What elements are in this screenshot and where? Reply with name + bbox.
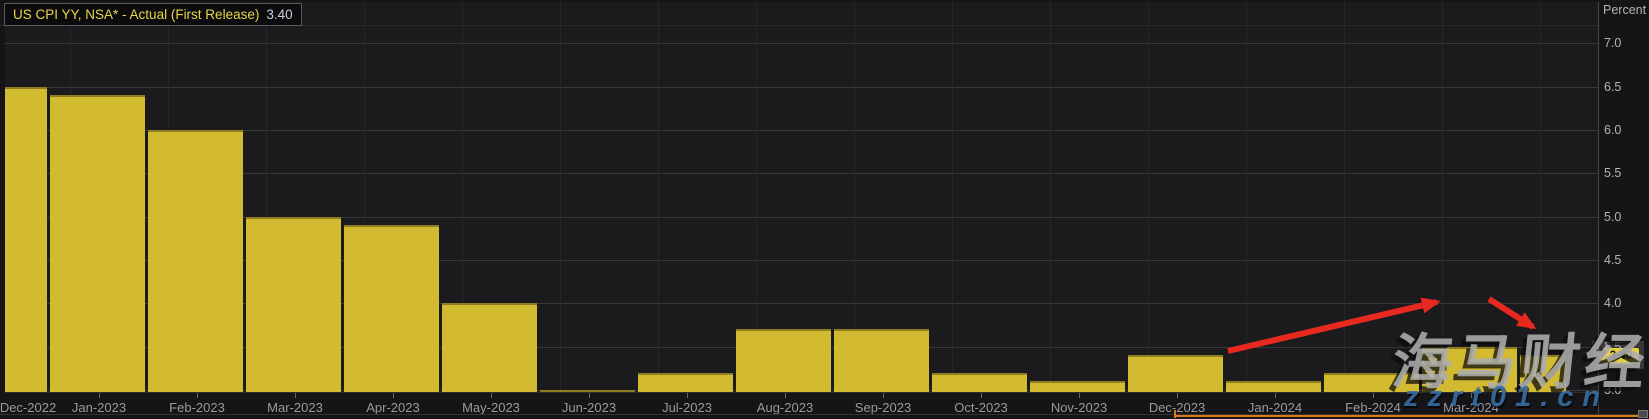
h-gridline <box>5 217 1598 218</box>
x-axis-tick <box>785 393 786 398</box>
cpi-bar-Feb-2023[interactable] <box>148 130 243 393</box>
x-axis-label: Jan-2024 <box>1237 400 1313 415</box>
v-gridline <box>952 2 953 392</box>
x-axis-label: Dec-2022 <box>0 400 66 415</box>
x-axis-label: Feb-2024 <box>1335 400 1411 415</box>
x-axis-label: Sep-2023 <box>845 400 921 415</box>
h-gridline <box>5 303 1598 304</box>
x-axis-baseline <box>5 392 1598 393</box>
x-axis-label: Mar-2023 <box>257 400 333 415</box>
h-gridline <box>5 130 1598 131</box>
x-axis-tick <box>1079 393 1080 398</box>
v-gridline <box>658 2 659 392</box>
cpi-bar-Jan-2024[interactable] <box>1226 381 1321 392</box>
x-axis-tick <box>589 393 590 398</box>
v-gridline <box>1148 2 1149 392</box>
cpi-bar-Oct-2023[interactable] <box>932 373 1027 393</box>
h-gridline <box>5 173 1598 174</box>
series-legend-tag[interactable]: US CPI YY, NSA* - Actual (First Release)… <box>4 3 302 26</box>
cpi-bar-Aug-2023[interactable] <box>736 329 831 392</box>
cpi-bar-Nov-2023[interactable] <box>1030 381 1125 392</box>
x-axis-label: Jan-2023 <box>61 400 137 415</box>
cpi-chart-window: Percent 7.06.56.05.55.04.54.03.53.0 Dec-… <box>0 0 1649 419</box>
v-gridline <box>1246 2 1247 392</box>
y-axis-tick-label: 4.0 <box>1604 296 1646 310</box>
x-axis-label: Jul-2023 <box>649 400 725 415</box>
x-axis-tick <box>491 393 492 398</box>
x-axis-label: Feb-2023 <box>159 400 235 415</box>
series-title: US CPI YY, NSA* - Actual (First Release) <box>13 7 259 22</box>
y-axis-title: Percent <box>1603 3 1646 17</box>
cpi-bar-Jan-2023[interactable] <box>50 95 145 392</box>
cpi-bar-Dec-2023[interactable] <box>1128 355 1223 392</box>
timeline-range-indicator[interactable] <box>1175 415 1638 417</box>
x-axis-label: Aug-2023 <box>747 400 823 415</box>
cpi-bar-Jul-2023[interactable] <box>638 373 733 393</box>
y-axis-tick-label: 5.5 <box>1604 166 1646 180</box>
x-axis-label: Apr-2023 <box>355 400 431 415</box>
x-axis-tick <box>393 393 394 398</box>
x-axis-label: Dec-2023 <box>1139 400 1215 415</box>
h-gridline <box>5 87 1598 88</box>
x-axis-tick <box>883 393 884 398</box>
x-axis-label: Oct-2023 <box>943 400 1019 415</box>
timeline-range-start-tick[interactable] <box>1174 410 1176 418</box>
cpi-bar-Sep-2023[interactable] <box>834 329 929 392</box>
resize-handle[interactable] <box>1638 410 1648 418</box>
x-axis-label: Nov-2023 <box>1041 400 1117 415</box>
x-axis-tick <box>295 393 296 398</box>
h-gridline <box>5 260 1598 261</box>
x-axis-tick <box>99 393 100 398</box>
x-axis-tick <box>1275 393 1276 398</box>
x-axis-tick <box>197 393 198 398</box>
y-axis-tick-label: 7.0 <box>1604 36 1646 50</box>
y-axis-tick-label: 6.0 <box>1604 123 1646 137</box>
x-axis-tick <box>1373 393 1374 398</box>
v-gridline <box>560 2 561 392</box>
series-latest-value: 3.40 <box>266 7 292 22</box>
x-axis-tick <box>1177 393 1178 398</box>
cpi-bar-May-2023[interactable] <box>442 303 537 392</box>
cpi-bar-Dec-2022[interactable] <box>5 87 47 393</box>
x-axis-tick <box>981 393 982 398</box>
x-axis-tick <box>687 393 688 398</box>
v-gridline <box>1050 2 1051 392</box>
h-gridline <box>5 43 1598 44</box>
y-axis-tick-label: 4.5 <box>1604 253 1646 267</box>
x-axis-label: Jun-2023 <box>551 400 627 415</box>
y-axis-tick-label: 5.0 <box>1604 210 1646 224</box>
watermark-url: zzrt01.cn <box>1404 381 1609 414</box>
cpi-bar-Apr-2023[interactable] <box>344 225 439 392</box>
cpi-bar-Mar-2023[interactable] <box>246 217 341 393</box>
y-axis-tick-label: 6.5 <box>1604 80 1646 94</box>
x-axis-label: May-2023 <box>453 400 529 415</box>
v-gridline <box>1344 2 1345 392</box>
